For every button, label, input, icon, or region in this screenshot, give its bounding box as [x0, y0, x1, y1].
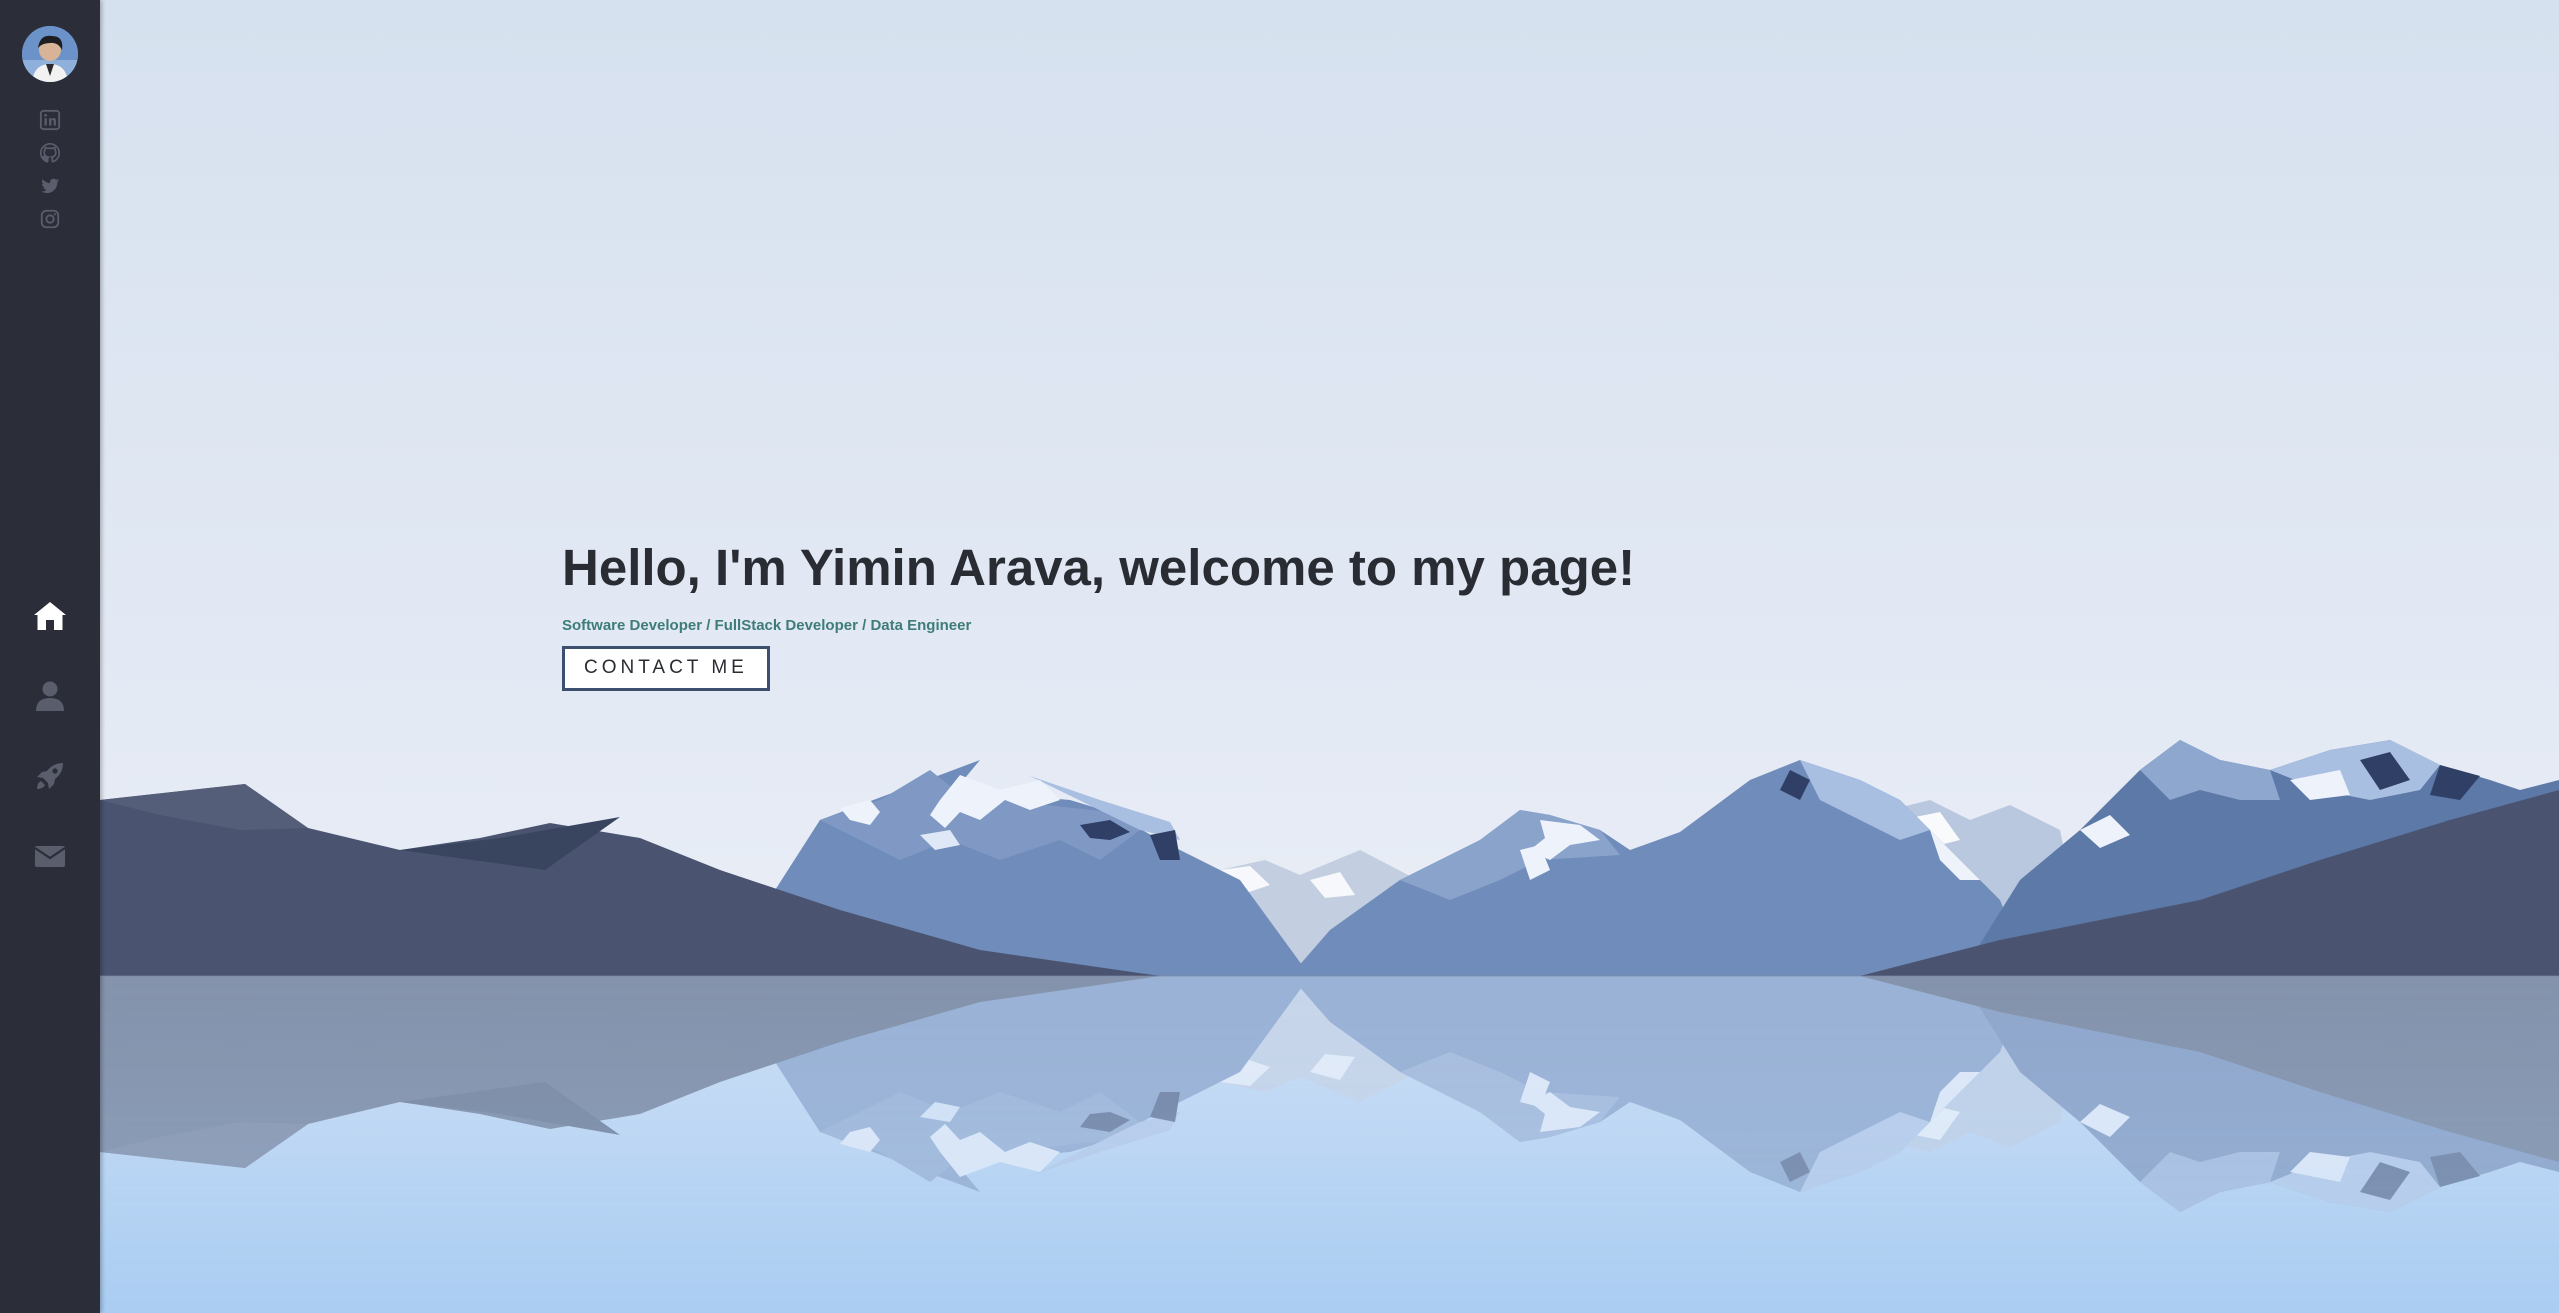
- linkedin-icon[interactable]: [38, 108, 62, 132]
- github-icon[interactable]: [38, 141, 62, 165]
- hero-subtitle: Software Developer / FullStack Developer…: [562, 617, 972, 634]
- avatar-photo: [22, 26, 78, 82]
- user-icon: [36, 681, 64, 711]
- hero: Hello, I'm Yimin Arava, welcome to my pa…: [562, 538, 1635, 691]
- twitter-icon[interactable]: [38, 174, 62, 198]
- nav-about[interactable]: [30, 676, 70, 716]
- hero-title: Hello, I'm Yimin Arava, welcome to my pa…: [562, 539, 1636, 596]
- home-icon: [34, 602, 66, 630]
- instagram-icon[interactable]: [38, 207, 62, 231]
- contact-me-button[interactable]: CONTACT ME: [562, 646, 770, 691]
- sidebar: [0, 0, 100, 1313]
- rocket-icon: [37, 763, 63, 789]
- envelope-icon: [34, 846, 66, 867]
- nav-home[interactable]: [30, 596, 70, 636]
- avatar[interactable]: [22, 26, 78, 82]
- page: Hello, I'm Yimin Arava, welcome to my pa…: [0, 0, 2559, 1313]
- nav-contact[interactable]: [30, 836, 70, 876]
- nav-projects[interactable]: [30, 756, 70, 796]
